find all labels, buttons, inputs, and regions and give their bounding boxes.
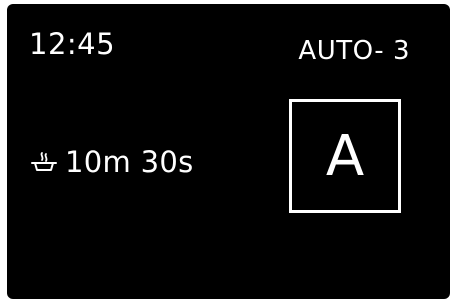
timer-value: 10m 30s — [65, 145, 194, 179]
display-screen: 12:45 AUTO- 3 10m 30s A — [7, 4, 450, 299]
cook-timer: 10m 30s — [31, 144, 193, 180]
mode-label: AUTO- 3 — [298, 36, 410, 66]
mode-indicator: A — [289, 99, 401, 213]
cooking-pot-icon — [31, 152, 57, 171]
mode-letter: A — [325, 124, 365, 189]
clock-time: 12:45 — [29, 27, 116, 61]
